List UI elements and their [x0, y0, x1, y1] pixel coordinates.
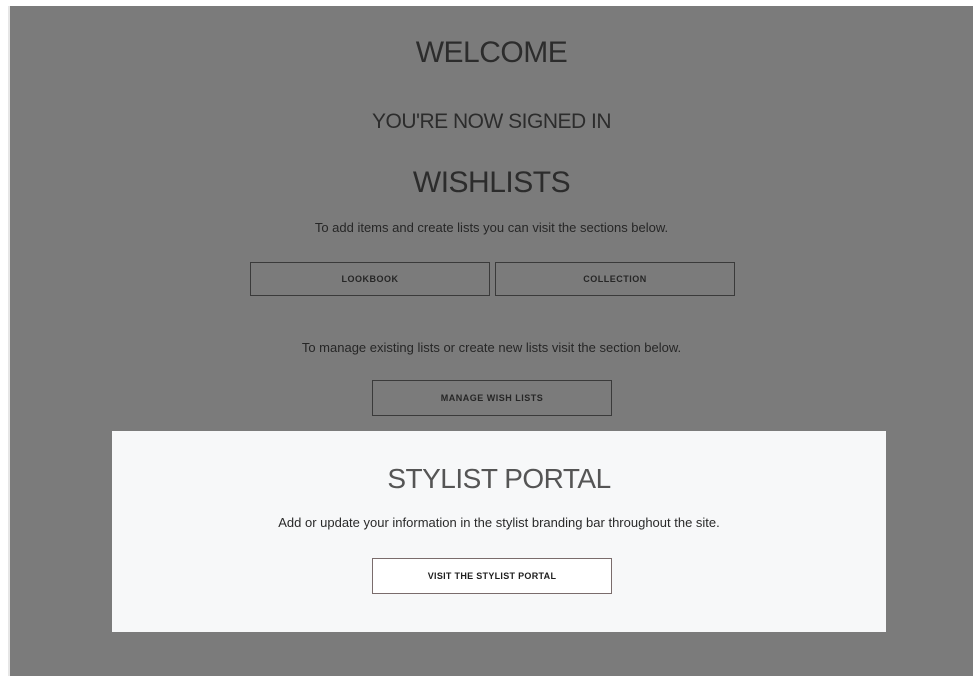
wishlists-heading: WISHLISTS [412, 166, 571, 199]
manage-lists-text: To manage existing lists or create new l… [301, 340, 682, 355]
signed-in-heading: YOU'RE NOW SIGNED IN [371, 110, 612, 133]
welcome-heading: WELCOME [415, 36, 568, 69]
add-items-text: To add items and create lists you can vi… [314, 220, 669, 235]
collection-button[interactable]: COLLECTION [495, 262, 735, 296]
manage-wish-lists-button[interactable]: MANAGE WISH LISTS [372, 380, 612, 416]
lookbook-button[interactable]: LOOKBOOK [250, 262, 490, 296]
stylist-portal-description: Add or update your information in the st… [278, 515, 720, 530]
page-overlay: WELCOME YOU'RE NOW SIGNED IN WISHLISTS T… [8, 6, 973, 676]
visit-stylist-portal-button[interactable]: VISIT THE STYLIST PORTAL [372, 558, 612, 594]
stylist-portal-panel: STYLIST PORTAL Add or update your inform… [112, 431, 886, 632]
stylist-portal-title: STYLIST PORTAL [387, 463, 611, 494]
